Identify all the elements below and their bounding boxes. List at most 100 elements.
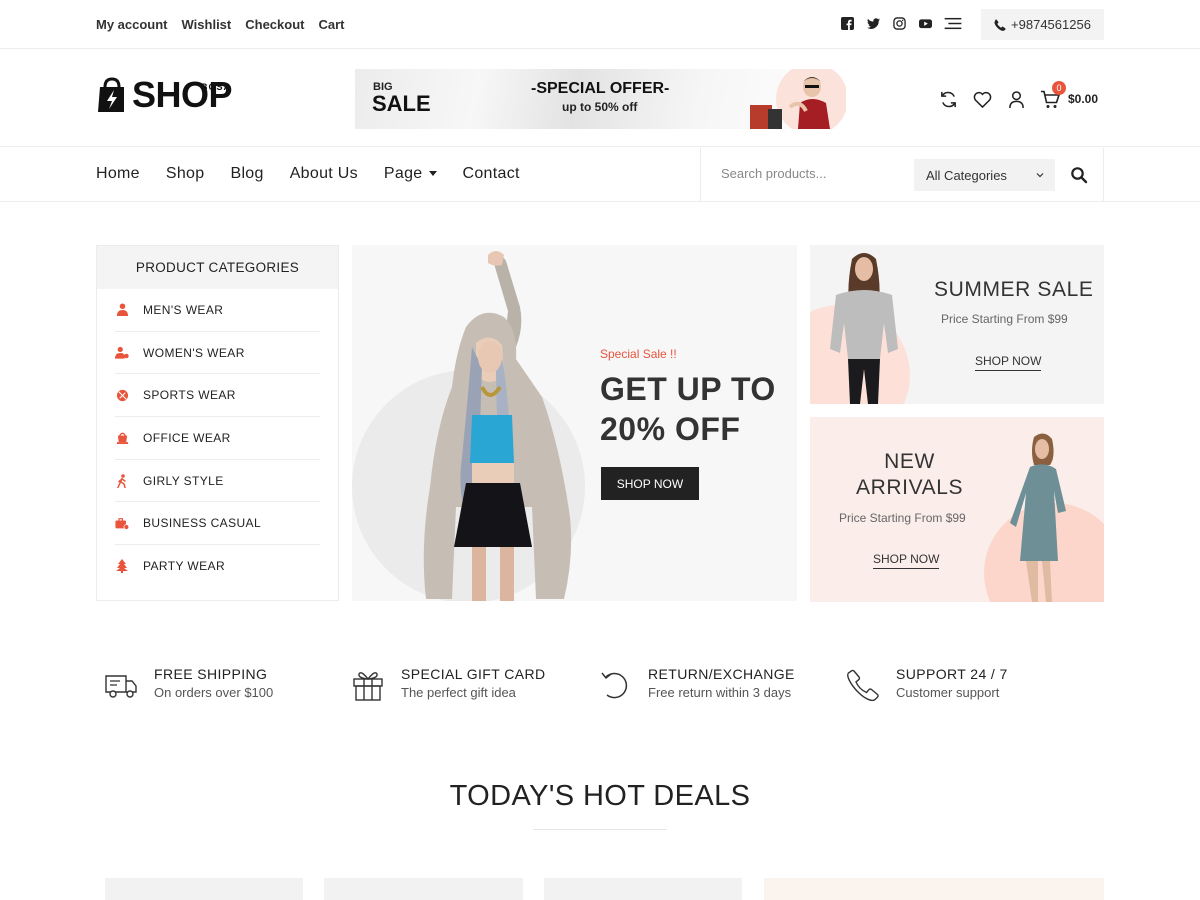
chevron-down-icon — [1036, 173, 1044, 178]
briefcase-icon — [115, 431, 129, 445]
deal-card[interactable] — [324, 878, 523, 900]
feature-title: FREE SHIPPING — [154, 666, 268, 682]
phone-icon — [994, 18, 1006, 31]
new-arrivals-promo[interactable]: NEW ARRIVALS Price Starting From $99 SHO… — [810, 417, 1104, 602]
nav-home[interactable]: Home — [96, 165, 140, 183]
banner-sale: SALE — [372, 91, 431, 116]
category-label: BUSINESS CASUAL — [143, 516, 262, 531]
hero-title: GET UP TO 20% OFF — [600, 371, 776, 447]
nav-contact[interactable]: Contact — [463, 165, 520, 183]
nav-shop[interactable]: Shop — [166, 165, 205, 183]
category-party-wear[interactable]: PARTY WEAR — [115, 545, 320, 588]
instagram-icon[interactable] — [892, 16, 907, 31]
category-girly-style[interactable]: GIRLY STYLE — [115, 460, 320, 503]
refresh-icon[interactable] — [938, 89, 958, 109]
cart[interactable]: 0 $0.00 — [1040, 81, 1099, 109]
category-label: PARTY WEAR — [143, 559, 226, 574]
feature-return-exchange: RETURN/EXCHANGE Free return within 3 day… — [598, 666, 795, 702]
new-arrivals-shop-now-link[interactable]: SHOP NOW — [873, 552, 940, 569]
youtube-icon[interactable] — [918, 16, 933, 31]
link-wishlist[interactable]: Wishlist — [182, 17, 232, 32]
hero-shop-now-button[interactable]: SHOP NOW — [601, 467, 699, 500]
nav-page[interactable]: Page — [384, 165, 437, 183]
category-label: WOMEN'S WEAR — [143, 345, 245, 360]
product-categories: PRODUCT CATEGORIES MEN'S WEAR WOMEN'S WE… — [96, 245, 339, 601]
feature-sub: The perfect gift idea — [401, 685, 516, 700]
truck-icon — [105, 675, 137, 698]
category-business-casual[interactable]: BUSINESS CASUAL — [115, 502, 320, 546]
site-logo[interactable]: SHOP BOSA — [97, 76, 233, 113]
link-my-account[interactable]: My account — [96, 17, 168, 32]
hot-deals-title: TODAY'S HOT DEALS — [449, 780, 751, 812]
category-office-wear[interactable]: OFFICE WEAR — [115, 417, 320, 460]
header-icons: 0 $0.00 — [938, 81, 1099, 109]
category-sports-wear[interactable]: SPORTS WEAR — [115, 374, 320, 418]
hero-model-image — [423, 251, 572, 601]
deal-card[interactable] — [764, 878, 1104, 900]
twitter-icon[interactable] — [866, 16, 881, 31]
new-arrivals-model-image — [1010, 433, 1066, 602]
cart-total: $0.00 — [1068, 92, 1099, 106]
summer-sale-promo[interactable]: SUMMER SALE Price Starting From $99 SHOP… — [810, 245, 1104, 404]
nav-about-us[interactable]: About Us — [290, 165, 358, 183]
menu-icon[interactable] — [944, 16, 962, 31]
summer-model-image — [830, 253, 898, 404]
facebook-icon[interactable] — [840, 16, 855, 31]
product-search: All Categories — [700, 148, 1104, 202]
feature-free-shipping: FREE SHIPPING On orders over $100 — [104, 666, 273, 702]
return-icon — [601, 672, 628, 699]
promo-banner[interactable]: BIG SALE -SPECIAL OFFER- up to 50% off — [355, 69, 846, 129]
link-cart[interactable]: Cart — [318, 17, 344, 32]
sidebar-title: PRODUCT CATEGORIES — [97, 246, 338, 289]
shopping-bag-icon — [98, 77, 124, 112]
new-arrivals-title: NEW ARRIVALS — [856, 450, 964, 499]
hero-slider: Special Sale !! GET UP TO 20% OFF SHOP N… — [352, 245, 797, 601]
top-bar: My account Wishlist Checkout Cart +98745… — [0, 0, 1200, 49]
feature-sub: Customer support — [896, 685, 1000, 700]
suitcase-icon — [115, 516, 129, 530]
banner-model-image — [750, 69, 846, 129]
hero-special-label: Special Sale !! — [600, 347, 677, 361]
category-label: OFFICE WEAR — [143, 430, 231, 445]
phone-box[interactable]: +9874561256 — [981, 9, 1104, 40]
new-arrivals-sub: Price Starting From $99 — [839, 511, 966, 525]
banner-offer: -SPECIAL OFFER- — [531, 80, 670, 97]
category-label: SPORTS WEAR — [143, 388, 236, 403]
search-icon[interactable] — [1070, 166, 1088, 184]
link-checkout[interactable]: Checkout — [245, 17, 304, 32]
category-mens-wear[interactable]: MEN'S WEAR — [115, 289, 320, 332]
category-womens-wear[interactable]: WOMEN'S WEAR — [115, 332, 320, 375]
feature-sub: Free return within 3 days — [648, 685, 792, 700]
woman-icon — [115, 346, 129, 360]
top-links: My account Wishlist Checkout Cart — [96, 17, 345, 32]
deal-card[interactable] — [544, 878, 742, 900]
banner-upto: up to 50% off — [562, 100, 638, 114]
social-links — [840, 16, 962, 31]
deal-card[interactable] — [105, 878, 303, 900]
summer-shop-now-link[interactable]: SHOP NOW — [975, 354, 1042, 371]
feature-sub: On orders over $100 — [154, 685, 274, 700]
feature-support: SUPPORT 24 / 7 Customer support — [846, 666, 1008, 702]
category-select[interactable]: All Categories — [914, 159, 1055, 191]
man-icon — [115, 303, 129, 317]
site-header: SHOP BOSA BIG SALE -SPECIAL OFFER- up to… — [0, 50, 1200, 147]
nav-blog[interactable]: Blog — [230, 165, 263, 183]
feature-title: RETURN/EXCHANGE — [648, 666, 795, 682]
summer-sale-title: SUMMER SALE — [934, 278, 1094, 301]
category-list: MEN'S WEAR WOMEN'S WEAR SPORTS WEAR OFFI… — [97, 289, 338, 588]
search-input[interactable] — [721, 166, 891, 181]
cart-count-badge: 0 — [1052, 81, 1066, 95]
user-icon[interactable] — [1006, 89, 1026, 109]
phone-number: +9874561256 — [1011, 17, 1091, 32]
tree-icon — [115, 559, 129, 574]
summer-sale-sub: Price Starting From $99 — [941, 312, 1068, 326]
category-label: MEN'S WEAR — [143, 302, 224, 317]
category-label: GIRLY STYLE — [143, 473, 224, 488]
heart-icon[interactable] — [972, 89, 992, 109]
hot-deals-divider — [533, 829, 667, 830]
feature-gift-card: SPECIAL GIFT CARD The perfect gift idea — [351, 666, 546, 702]
ball-icon — [115, 388, 129, 402]
walking-icon — [115, 473, 129, 488]
logo-superscript: BOSA — [201, 82, 232, 92]
gift-icon — [353, 672, 383, 701]
